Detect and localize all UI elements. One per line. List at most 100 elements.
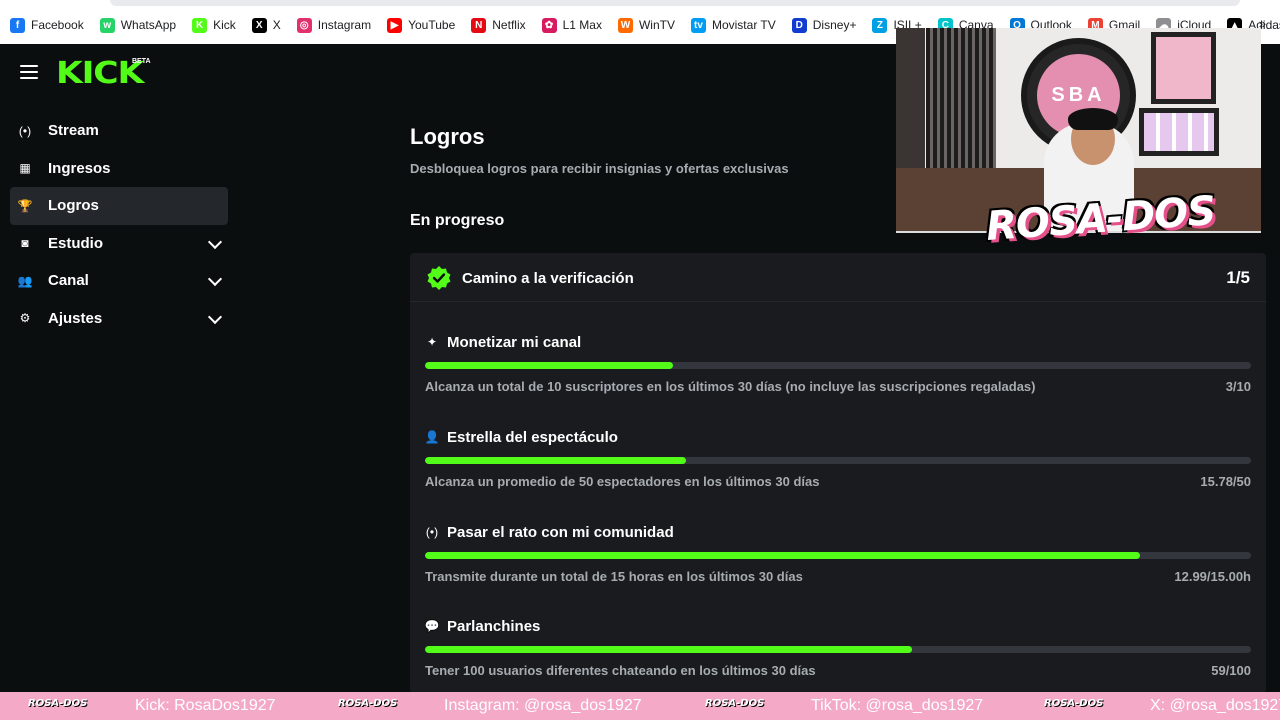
bookmark-youtube[interactable]: ▶ YouTube: [387, 17, 455, 33]
wintv-icon: W: [617, 17, 633, 33]
sidebar-item-label: Ingresos: [48, 159, 111, 177]
progress-bar: [425, 362, 1251, 369]
card-header[interactable]: Camino a la verificación 1/5: [410, 253, 1266, 302]
goal-item: ✦ Monetizar mi canal Alcanza un total de 1…: [425, 332, 1251, 394]
achievement-card: Camino a la verificación 1/5 ✦ Monetizar …: [410, 253, 1266, 693]
bookmark-label: L1 Max: [562, 18, 602, 32]
sidebar-item-ajustes[interactable]: ⚙ Ajustes: [10, 300, 228, 338]
netflix-icon: N: [471, 17, 487, 33]
bookmark-disney-[interactable]: D Disney+: [791, 17, 857, 33]
goal-description-row: Alcanza un total de 10 suscriptores en l…: [425, 379, 1251, 394]
page-title: Logros: [410, 124, 485, 149]
ticker-text: TikTok: @rosa_dos1927: [811, 697, 984, 714]
ticker-text: Kick: RosaDos1927: [135, 697, 276, 714]
sidebar-item-estudio[interactable]: ◙ Estudio: [10, 225, 228, 263]
tab-strip-edge: [110, 0, 1240, 6]
framed-jerseys-image: [1139, 108, 1219, 156]
sidebar-item-label: Stream: [48, 122, 99, 140]
social-ticker: ROSA-DOS Kick: RosaDos1927 ROSA-DOS Instagr…: [0, 692, 1280, 720]
chevron-down-icon[interactable]: [207, 309, 223, 324]
goal-item: 👤 Estrella del espectáculo Alcanza un prom…: [425, 427, 1251, 489]
menu-icon[interactable]: [20, 65, 38, 79]
goal-header: ✦ Monetizar mi canal: [425, 332, 1251, 352]
broadcast-icon: (•): [425, 525, 439, 539]
ticker-text: X: @rosa_dos1927: [1150, 697, 1280, 714]
sidebar-item-label: Logros: [48, 197, 99, 215]
bookmark-instagram[interactable]: ◎ Instagram: [296, 17, 372, 33]
ticker-text: Instagram: @rosa_dos1927: [444, 697, 642, 714]
goal-description-row: Tener 100 usuarios diferentes chateando …: [425, 663, 1251, 678]
trophy-icon: 🏆: [17, 198, 33, 213]
user-star-icon: 👤: [424, 430, 440, 444]
goal-header: 💬 Parlanchines: [425, 616, 1251, 636]
goal-description: Transmite durante un total de 15 horas e…: [425, 569, 803, 584]
l1max-icon: ✿: [541, 17, 557, 33]
goal-description: Tener 100 usuarios diferentes chateando …: [425, 663, 816, 678]
goal-value: 59/100: [1211, 663, 1251, 678]
sidebar-item-label: Ajustes: [48, 309, 103, 327]
sidebar-item-stream[interactable]: (•) Stream: [10, 112, 228, 150]
bookmark-label: Disney+: [812, 18, 857, 32]
bookmark-netflix[interactable]: N Netflix: [471, 17, 526, 33]
bookmark-whatsapp[interactable]: w WhatsApp: [99, 17, 177, 33]
goal-description-row: Transmite durante un total de 15 horas e…: [425, 569, 1251, 584]
wall-panel: [926, 28, 996, 178]
users-icon: 👥: [17, 273, 33, 288]
x-icon: X: [251, 17, 267, 33]
sidebar-item-ingresos[interactable]: ▦ Ingresos: [10, 150, 228, 188]
card-progress-count: 1/5: [1226, 268, 1250, 287]
bookmark-label: Netflix: [492, 18, 526, 32]
framed-jersey-image: [1151, 32, 1216, 104]
bookmark-kick[interactable]: K Kick: [192, 17, 236, 33]
streamer-hair: [1068, 108, 1118, 130]
sidebar-item-logros[interactable]: 🏆 Logros: [10, 187, 228, 225]
goal-title: Pasar el rato con mi comunidad: [447, 523, 674, 541]
bookmark-label: Instagram: [317, 18, 372, 32]
goal-description: Alcanza un promedio de 50 espectadores e…: [425, 474, 820, 489]
chevron-down-icon[interactable]: [207, 271, 223, 287]
bookmark-l1-max[interactable]: ✿ L1 Max: [541, 17, 602, 33]
goal-value: 15.78/50: [1200, 474, 1251, 489]
goal-item: 💬 Parlanchines Tener 100 usuarios diferent…: [425, 616, 1251, 678]
movistar-icon: tv: [690, 17, 706, 33]
card-title: Camino a la verificación: [462, 270, 634, 287]
gear-icon: ⚙: [19, 311, 31, 326]
goal-header: (•) Pasar el rato con mi comunidad: [425, 522, 1251, 542]
page-subtitle: Desbloquea logros para recibir insignias…: [410, 161, 789, 176]
bookmark-wintv[interactable]: W WinTV: [617, 17, 675, 33]
kick-icon: K: [192, 17, 208, 33]
chat-icon: 💬: [424, 619, 440, 633]
verified-badge-icon: [427, 266, 451, 290]
sparkle-icon: ✦: [426, 335, 438, 349]
chart-icon: ▦: [19, 161, 31, 176]
progress-bar: [425, 457, 1251, 464]
goal-description-row: Alcanza un promedio de 50 espectadores e…: [425, 474, 1251, 489]
bookmark-label: Kick: [213, 18, 236, 32]
goal-header: 👤 Estrella del espectáculo: [425, 427, 1251, 447]
progress-bar-fill: [425, 552, 1141, 559]
ticker-logo-badge: ROSA-DOS: [28, 698, 88, 709]
whatsapp-icon: w: [99, 17, 115, 33]
goal-description: Alcanza un total de 10 suscriptores en l…: [425, 379, 1036, 394]
instagram-icon: ◎: [296, 17, 312, 33]
bookmark-facebook[interactable]: f Facebook: [10, 17, 84, 33]
bookmark-label: Movistar TV: [711, 18, 776, 32]
sidebar-item-canal[interactable]: 👥 Canal: [10, 262, 228, 300]
section-title: En progreso: [410, 212, 505, 229]
bookmark-label: WhatsApp: [120, 18, 177, 32]
progress-bar-fill: [425, 362, 673, 369]
goal-item: (•) Pasar el rato con mi comunidad Transmi…: [425, 522, 1251, 584]
sidebar: (•) Stream ▦ Ingresos 🏆 Logros ◙ Estudio 👥 Canal ⚙…: [10, 112, 228, 337]
youtube-icon: ▶: [387, 17, 403, 33]
goal-value: 12.99/15.00h: [1174, 569, 1251, 584]
chevron-down-icon[interactable]: [207, 234, 223, 249]
ticker-logo-badge: ROSA-DOS: [338, 698, 398, 709]
bookmark-label: WinTV: [638, 18, 675, 32]
bookmark-label: Facebook: [31, 18, 84, 32]
broadcast-icon: (•): [18, 123, 32, 138]
bookmark-x[interactable]: XX: [251, 17, 281, 33]
goal-value: 3/10: [1225, 379, 1251, 394]
kick-logo[interactable]: KICK: [56, 56, 144, 91]
isil-icon: Z: [872, 17, 888, 33]
bookmark-movistar-tv[interactable]: tv Movistar TV: [690, 17, 776, 33]
